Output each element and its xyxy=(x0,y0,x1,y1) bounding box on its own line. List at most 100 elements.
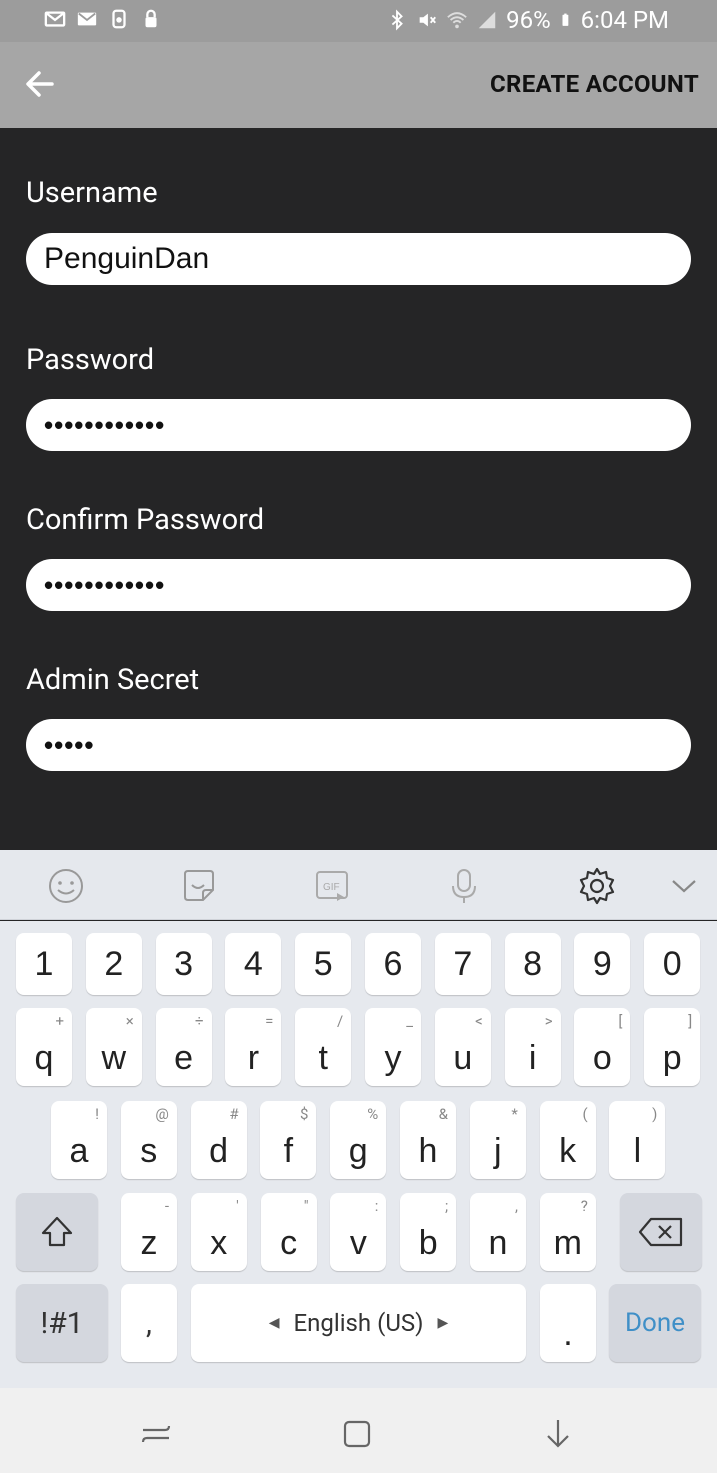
key-h[interactable]: h & xyxy=(400,1101,456,1179)
key-l[interactable]: l) xyxy=(609,1101,666,1179)
key-u[interactable]: u < xyxy=(434,1008,491,1086)
key-label: 7 xyxy=(453,944,473,983)
battery-percent: 96% xyxy=(506,6,551,34)
key-k[interactable]: k( xyxy=(539,1101,596,1179)
key-secondary-label: ( xyxy=(582,1105,588,1123)
key-secondary-label: ? xyxy=(580,1197,588,1215)
key-0[interactable]: 0 xyxy=(644,933,701,995)
key-label: b xyxy=(418,1224,438,1262)
key-5[interactable]: 5 xyxy=(295,933,352,995)
key-label: f xyxy=(283,1132,294,1170)
key-label: o xyxy=(592,1039,612,1077)
key-label: r xyxy=(247,1039,260,1077)
key-g[interactable]: g% xyxy=(330,1101,387,1179)
key-c[interactable]: c " xyxy=(260,1193,317,1271)
key-label: c xyxy=(280,1224,298,1262)
confirm-password-field[interactable]: •••••••••••• xyxy=(26,559,691,611)
key-s[interactable]: s @ xyxy=(120,1101,177,1179)
key-w[interactable]: w × xyxy=(85,1008,142,1086)
key-label: m xyxy=(553,1224,582,1262)
admin-secret-field[interactable]: ••••• xyxy=(26,719,691,771)
back-icon[interactable] xyxy=(540,1416,576,1452)
key-secondary-label: = xyxy=(265,1012,274,1030)
key-7[interactable]: 7 xyxy=(434,933,491,995)
svg-text:GIF: GIF xyxy=(323,882,340,893)
backspace-key[interactable] xyxy=(620,1193,702,1271)
done-key[interactable]: Done xyxy=(609,1284,701,1362)
key-r[interactable]: r = xyxy=(225,1008,282,1086)
status-bar: 96% 6:04 PM xyxy=(0,0,717,42)
recents-icon[interactable] xyxy=(138,1416,174,1452)
key-v[interactable]: v: xyxy=(330,1193,387,1271)
key-f[interactable]: f $ xyxy=(260,1101,317,1179)
key-a[interactable]: a! xyxy=(51,1101,107,1179)
key-1[interactable]: 1 xyxy=(16,933,72,995)
space-key[interactable]: ◀ English (US) ▶ xyxy=(191,1284,526,1362)
chevron-down-icon[interactable] xyxy=(664,866,704,906)
gear-icon[interactable] xyxy=(577,866,617,906)
key-secondary-label: / xyxy=(336,1012,344,1030)
key-t[interactable]: t / xyxy=(295,1008,352,1086)
key-secondary-label: + xyxy=(55,1012,64,1030)
sticker-icon[interactable] xyxy=(179,866,219,906)
key-z[interactable]: z- xyxy=(121,1193,177,1271)
key-p[interactable]: p] xyxy=(644,1008,701,1086)
app-bar: CREATE ACCOUNT xyxy=(0,42,717,128)
chevron-left-icon: ◀ xyxy=(268,1315,280,1331)
key-secondary-label: ÷ xyxy=(195,1012,204,1030)
key-e[interactable]: e ÷ xyxy=(155,1008,212,1086)
key-secondary-label: % xyxy=(367,1105,379,1123)
key-secondary-label: - xyxy=(164,1197,169,1215)
shift-key[interactable] xyxy=(16,1193,98,1271)
key-9[interactable]: 9 xyxy=(574,933,631,995)
arrow-left-icon[interactable] xyxy=(20,64,60,104)
key-i[interactable]: i > xyxy=(504,1008,561,1086)
key-label: . xyxy=(563,1315,573,1353)
wifi-icon xyxy=(447,12,467,29)
key-secondary-label: ! xyxy=(95,1105,99,1123)
key-m[interactable]: m? xyxy=(539,1193,596,1271)
key-6[interactable]: 6 xyxy=(365,933,421,995)
key-label: p xyxy=(662,1039,682,1077)
emoji-icon[interactable] xyxy=(46,866,86,906)
key-8[interactable]: 8 xyxy=(504,933,561,995)
password-value: •••••••••••• xyxy=(44,409,166,440)
key-secondary-label: ; xyxy=(445,1197,449,1215)
key-4[interactable]: 4 xyxy=(225,933,282,995)
period-key[interactable]: . xyxy=(540,1284,596,1362)
microphone-icon[interactable] xyxy=(444,866,484,906)
key-o[interactable]: o[ xyxy=(574,1008,631,1086)
key-3[interactable]: 3 xyxy=(155,933,212,995)
username-field[interactable]: PenguinDan xyxy=(26,233,691,285)
create-account-button[interactable]: CREATE ACCOUNT xyxy=(490,70,699,98)
key-secondary-label: < xyxy=(475,1012,483,1030)
key-q[interactable]: q + xyxy=(16,1008,72,1086)
symbols-key[interactable]: !#1 xyxy=(16,1284,108,1362)
key-label: k xyxy=(559,1132,577,1170)
key-d[interactable]: d # xyxy=(190,1101,247,1179)
key-label: y xyxy=(384,1039,402,1077)
key-y[interactable]: y _ xyxy=(365,1008,421,1086)
signal-icon xyxy=(478,11,496,29)
key-2[interactable]: 2 xyxy=(85,933,142,995)
key-secondary-label: > xyxy=(544,1012,553,1030)
keyboard: 1 2 3 4 5 6 7 8 9 0 q + w × e ÷ r = t / y _ u < i > o[p] a! s @ d # f $ g%… xyxy=(0,921,717,1388)
key-x[interactable]: x ' xyxy=(190,1193,247,1271)
comma-key[interactable]: , xyxy=(121,1284,177,1362)
key-b[interactable]: b; xyxy=(400,1193,457,1271)
key-label: i xyxy=(528,1039,537,1077)
key-label: h xyxy=(418,1132,438,1170)
key-label: x xyxy=(210,1224,228,1262)
home-icon[interactable] xyxy=(339,1416,375,1452)
key-secondary-label: & xyxy=(438,1105,448,1123)
gif-icon[interactable]: GIF xyxy=(312,866,352,906)
key-label: j xyxy=(494,1132,502,1170)
key-n[interactable]: n, xyxy=(470,1193,526,1271)
admin-secret-value: ••••• xyxy=(44,729,95,760)
key-label: 0 xyxy=(662,944,682,983)
key-j[interactable]: j * xyxy=(469,1101,526,1179)
done-label: Done xyxy=(624,1308,686,1338)
password-field[interactable]: •••••••••••• xyxy=(26,399,691,451)
key-secondary-label: ) xyxy=(652,1105,658,1123)
key-secondary-label: # xyxy=(229,1105,239,1123)
